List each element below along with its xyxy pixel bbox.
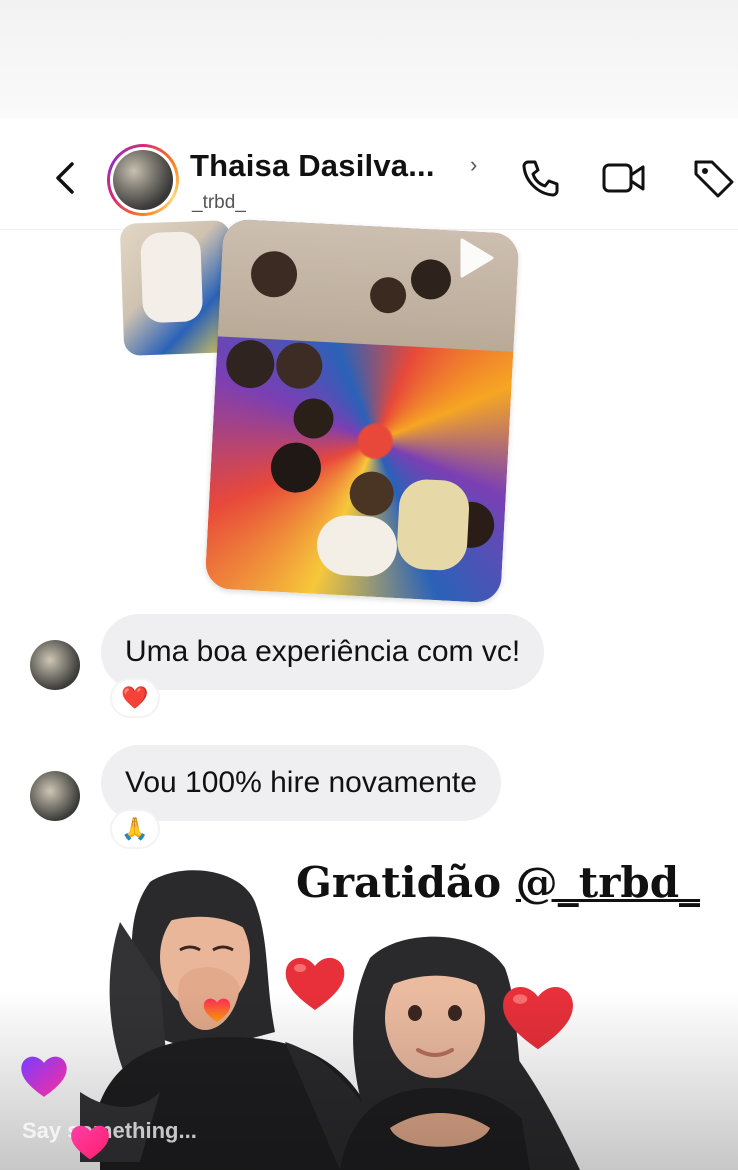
photo-child — [348, 470, 395, 517]
photo-child — [225, 338, 276, 390]
play-icon[interactable] — [456, 236, 496, 280]
phone-icon[interactable] — [516, 154, 564, 202]
photo-detail — [140, 231, 204, 324]
message-reaction[interactable]: ❤️ — [110, 678, 160, 718]
photo-child — [269, 441, 323, 494]
chat-header: Thaisa Dasilva... › _trbd_ — [0, 118, 738, 230]
contact-name[interactable]: Thaisa Dasilva... — [190, 148, 435, 184]
profile-avatar[interactable] — [107, 144, 179, 216]
photo-child-shirt — [315, 513, 399, 578]
heart-icon — [503, 987, 573, 1050]
message-bubble[interactable]: Uma boa experiência com vc! — [101, 614, 545, 690]
sender-avatar[interactable] — [30, 640, 80, 690]
avatar-photo — [113, 150, 173, 210]
photo-child — [275, 341, 324, 390]
sender-avatar[interactable] — [30, 771, 80, 821]
heart-icon — [285, 957, 345, 1010]
video-call-icon[interactable] — [600, 154, 648, 202]
message-bubble[interactable]: Vou 100% hire novamente — [101, 745, 501, 821]
purple-heart-icon[interactable] — [18, 1052, 70, 1100]
back-arrow-icon[interactable] — [48, 158, 82, 198]
story-top-area — [0, 0, 738, 118]
chevron-right-icon[interactable]: › — [470, 152, 477, 178]
photo-child-dress — [395, 478, 471, 572]
message-reaction[interactable]: 🙏 — [110, 809, 160, 849]
pink-heart-icon[interactable] — [68, 1122, 112, 1162]
contact-handle: _trbd_ — [192, 192, 246, 213]
photo-child — [292, 397, 335, 440]
caption-mention[interactable]: @_trbd_ — [516, 858, 700, 907]
tag-icon[interactable] — [690, 154, 738, 202]
heart-icon — [203, 998, 231, 1023]
